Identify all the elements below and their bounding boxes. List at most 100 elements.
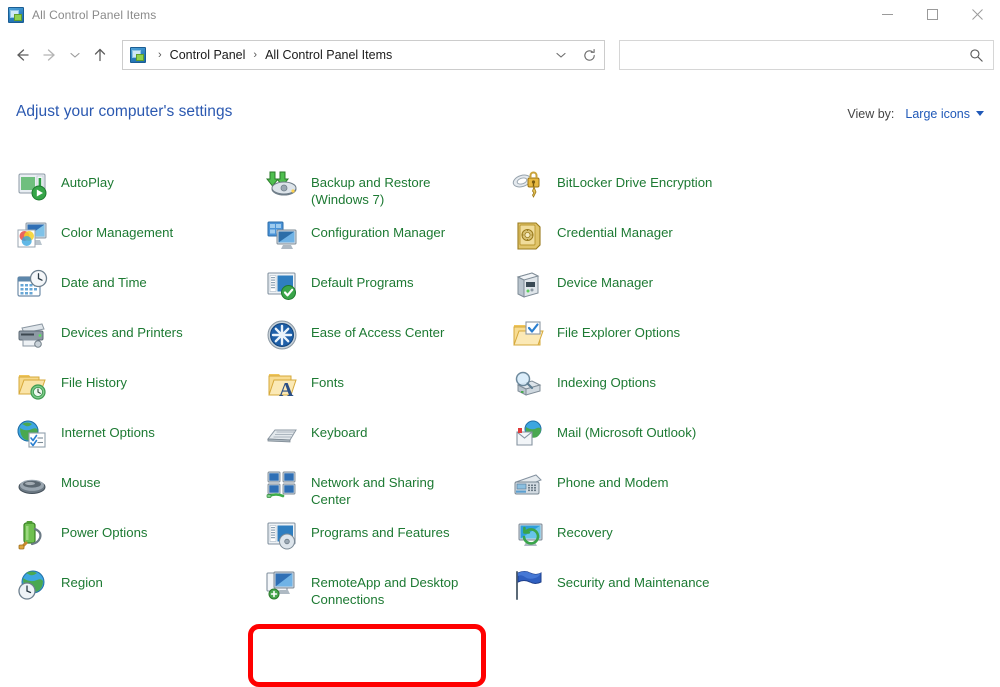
item-label: File Explorer Options xyxy=(557,319,680,341)
forward-arrow-icon xyxy=(41,46,59,64)
refresh-icon xyxy=(582,48,597,63)
control-panel-item-indexing-options[interactable]: Indexing Options xyxy=(512,365,802,415)
minimize-button[interactable] xyxy=(865,0,910,29)
view-by-label: View by: xyxy=(847,107,894,121)
search-input[interactable] xyxy=(620,42,959,68)
date-and-time-icon xyxy=(16,269,48,301)
control-panel-item-network-and-sharing-center[interactable]: Network and Sharing Center xyxy=(266,465,516,515)
search-icon[interactable] xyxy=(959,48,993,63)
up-button[interactable] xyxy=(86,40,114,70)
control-panel-item-autoplay[interactable]: AutoPlay xyxy=(16,165,256,215)
item-label: Credential Manager xyxy=(557,219,673,241)
control-panel-item-programs-and-features[interactable]: Programs and Features xyxy=(266,515,516,565)
item-label: AutoPlay xyxy=(61,169,114,191)
indexing-options-icon xyxy=(512,369,544,401)
control-panel-item-device-manager[interactable]: Device Manager xyxy=(512,265,802,315)
caret-down-icon xyxy=(976,111,984,116)
control-panel-items-grid: AutoPlay Color Management xyxy=(0,165,1000,622)
control-panel-item-default-programs[interactable]: Default Programs xyxy=(266,265,516,315)
control-panel-item-security-and-maintenance[interactable]: Security and Maintenance xyxy=(512,565,802,615)
item-label: Color Management xyxy=(61,219,173,241)
item-label: Mouse xyxy=(61,469,101,491)
item-label: Default Programs xyxy=(311,269,414,291)
recovery-icon xyxy=(512,519,544,551)
previous-locations-button[interactable] xyxy=(548,41,574,69)
control-panel-item-mouse[interactable]: Mouse xyxy=(16,465,256,515)
forward-button[interactable] xyxy=(36,40,64,70)
control-panel-item-power-options[interactable]: Power Options xyxy=(16,515,256,565)
item-label: RemoteApp and Desktop Connections xyxy=(311,569,458,608)
breadcrumb-control-panel[interactable]: Control Panel xyxy=(168,47,248,63)
security-and-maintenance-icon xyxy=(512,569,544,601)
control-panel-item-file-explorer-options[interactable]: File Explorer Options xyxy=(512,315,802,365)
refresh-button[interactable] xyxy=(574,41,604,69)
control-panel-item-bitlocker-drive-encryption[interactable]: BitLocker Drive Encryption xyxy=(512,165,802,215)
power-options-icon xyxy=(16,519,48,551)
devices-and-printers-icon xyxy=(16,319,48,351)
item-label: Network and Sharing Center xyxy=(311,469,434,508)
ease-of-access-icon xyxy=(266,319,298,351)
default-programs-icon xyxy=(266,269,298,301)
control-panel-icon xyxy=(8,7,24,23)
view-by-dropdown[interactable]: Large icons xyxy=(894,107,984,121)
programs-and-features-icon xyxy=(266,519,298,551)
configuration-manager-icon xyxy=(266,219,298,251)
device-manager-icon xyxy=(512,269,544,301)
window-title: All Control Panel Items xyxy=(32,8,156,22)
item-label: File History xyxy=(61,369,127,391)
control-panel-item-devices-and-printers[interactable]: Devices and Printers xyxy=(16,315,256,365)
internet-options-icon xyxy=(16,419,48,451)
mouse-icon xyxy=(16,469,48,501)
highlight-box-network-and-sharing-center xyxy=(248,624,486,687)
item-label: Date and Time xyxy=(61,269,147,291)
fonts-icon: A xyxy=(266,369,298,401)
control-panel-item-mail[interactable]: Mail (Microsoft Outlook) xyxy=(512,415,802,465)
control-panel-item-recovery[interactable]: Recovery xyxy=(512,515,802,565)
view-by-value: Large icons xyxy=(905,107,970,121)
control-panel-item-region[interactable]: Region xyxy=(16,565,256,615)
close-button[interactable] xyxy=(955,0,1000,29)
item-label: BitLocker Drive Encryption xyxy=(557,169,712,191)
control-panel-item-color-management[interactable]: Color Management xyxy=(16,215,256,265)
control-panel-item-file-history[interactable]: File History xyxy=(16,365,256,415)
view-by-control: View by: Large icons xyxy=(847,107,984,121)
control-panel-item-fonts[interactable]: A Fonts xyxy=(266,365,516,415)
item-label: Keyboard xyxy=(311,419,367,441)
chevron-down-icon xyxy=(69,49,81,61)
control-panel-item-phone-and-modem[interactable]: Phone and Modem xyxy=(512,465,802,515)
item-label: Fonts xyxy=(311,369,344,391)
control-panel-item-credential-manager[interactable]: Credential Manager xyxy=(512,215,802,265)
file-explorer-options-icon xyxy=(512,319,544,351)
back-arrow-icon xyxy=(13,46,31,64)
svg-text:A: A xyxy=(279,379,294,401)
item-label: Security and Maintenance xyxy=(557,569,709,591)
item-label: Recovery xyxy=(557,519,613,541)
recent-locations-button[interactable] xyxy=(64,40,86,70)
title-bar: All Control Panel Items xyxy=(0,0,1000,29)
phone-and-modem-icon xyxy=(512,469,544,501)
credential-manager-icon xyxy=(512,219,544,251)
control-panel-item-ease-of-access[interactable]: Ease of Access Center xyxy=(266,315,516,365)
control-panel-item-remoteapp-and-desktop-connections[interactable]: RemoteApp and Desktop Connections xyxy=(266,565,516,615)
breadcrumb-separator: › xyxy=(158,49,162,61)
mail-icon xyxy=(512,419,544,451)
maximize-button[interactable] xyxy=(910,0,955,29)
breadcrumb-all-control-panel-items[interactable]: All Control Panel Items xyxy=(263,47,394,63)
up-arrow-icon xyxy=(91,46,109,64)
item-label: Device Manager xyxy=(557,269,653,291)
control-panel-icon xyxy=(130,47,146,63)
remoteapp-icon xyxy=(266,569,298,601)
control-panel-item-date-and-time[interactable]: Date and Time xyxy=(16,265,256,315)
search-box[interactable] xyxy=(619,40,994,70)
item-label: Backup and Restore (Windows 7) xyxy=(311,169,431,208)
control-panel-item-configuration-manager[interactable]: Configuration Manager xyxy=(266,215,516,265)
item-label: Mail (Microsoft Outlook) xyxy=(557,419,696,441)
item-label: Indexing Options xyxy=(557,369,656,391)
control-panel-item-backup-and-restore[interactable]: Backup and Restore (Windows 7) xyxy=(266,165,516,215)
item-label: Configuration Manager xyxy=(311,219,445,241)
back-button[interactable] xyxy=(8,40,36,70)
keyboard-icon xyxy=(266,419,298,451)
control-panel-item-keyboard[interactable]: Keyboard xyxy=(266,415,516,465)
control-panel-item-internet-options[interactable]: Internet Options xyxy=(16,415,256,465)
address-bar[interactable]: › Control Panel › All Control Panel Item… xyxy=(122,40,605,70)
